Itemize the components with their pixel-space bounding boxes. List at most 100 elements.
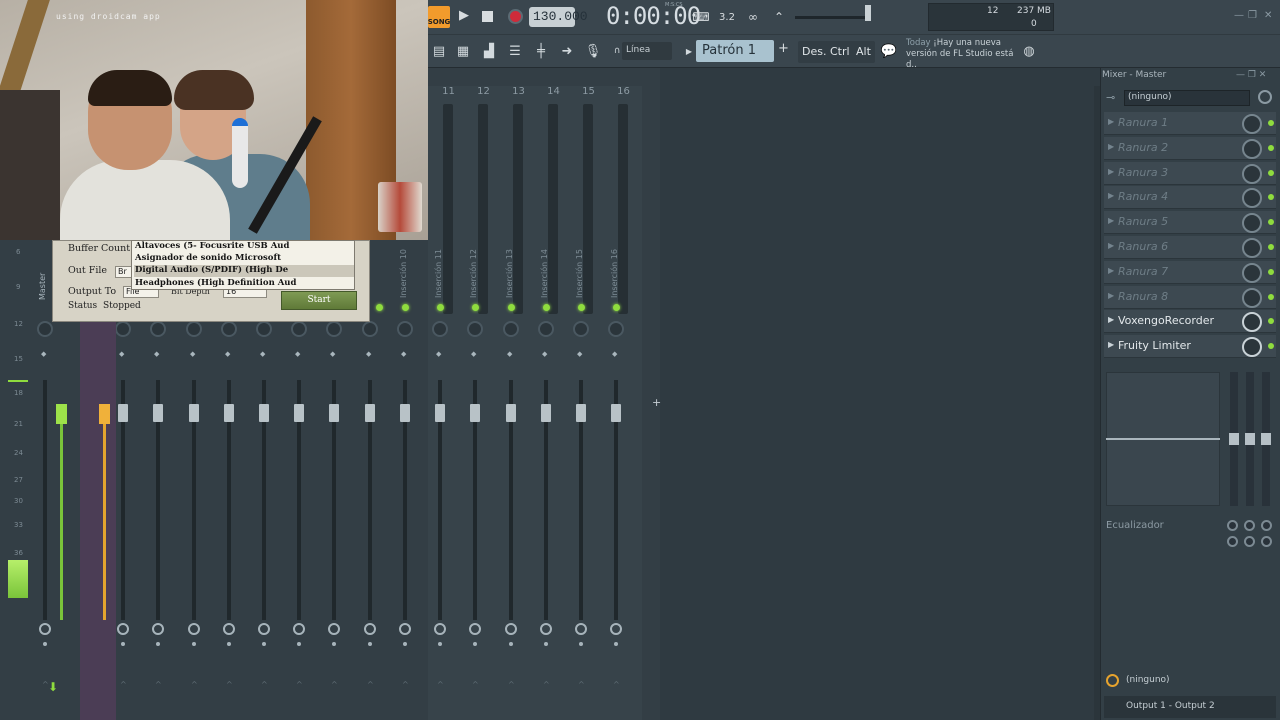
route-caret-icon[interactable]: ^	[508, 680, 515, 689]
route-caret-icon[interactable]: ^	[613, 680, 620, 689]
slot-enable-led[interactable]	[1268, 169, 1274, 176]
pan-knob[interactable]	[362, 321, 378, 337]
slot-enable-led[interactable]	[1268, 120, 1274, 126]
insert-enable-led[interactable]	[543, 304, 550, 311]
eq-bw-knob-2[interactable]	[1244, 536, 1255, 547]
pan-knob[interactable]	[37, 321, 53, 337]
insert-name-label[interactable]: Inserción 16	[610, 238, 622, 298]
volume-fader[interactable]	[118, 404, 128, 422]
stereo-arrows-icon[interactable]: ◆	[295, 350, 300, 358]
slot-expand-icon[interactable]: ▶	[1108, 291, 1114, 300]
volume-fader[interactable]	[224, 404, 234, 422]
insert-1-fader[interactable]	[99, 404, 110, 424]
playlist-icon[interactable]: ▤	[428, 40, 450, 62]
send-dot[interactable]	[368, 642, 372, 646]
volume-fader[interactable]	[329, 404, 339, 422]
volume-fader[interactable]	[294, 404, 304, 422]
close-icon[interactable]: ✕	[1264, 10, 1272, 21]
route-caret-icon[interactable]: ^	[120, 680, 127, 689]
slot-enable-led[interactable]	[1268, 144, 1274, 151]
slot-mix-knob[interactable]	[1242, 114, 1262, 134]
route-caret-icon[interactable]: ^	[191, 680, 198, 689]
stereo-arrows-icon[interactable]: ◆	[577, 350, 582, 358]
stereo-arrows-icon[interactable]: ◆	[436, 350, 441, 358]
eq-band-low-handle[interactable]	[1229, 433, 1239, 445]
stereo-arrows-icon[interactable]: ◆	[612, 350, 617, 358]
pan-knob[interactable]	[503, 321, 519, 337]
volume-fader[interactable]	[541, 404, 551, 422]
routing-icon[interactable]	[364, 623, 376, 635]
output-select[interactable]: Output 1 - Output 2	[1104, 696, 1276, 718]
news-panel[interactable]: Today ¡Hay una nueva versión de FL Studi…	[906, 38, 1018, 71]
slot-enable-led[interactable]	[1268, 244, 1274, 250]
route-caret-icon[interactable]: ^	[155, 680, 162, 689]
send-dot[interactable]	[332, 642, 336, 646]
countdown-icon[interactable]: 3.2	[716, 6, 738, 28]
snap-select[interactable]: Línea	[622, 42, 672, 60]
routing-icon[interactable]	[469, 623, 481, 635]
globe-icon[interactable]: ◍	[1018, 40, 1040, 62]
pan-knob[interactable]	[256, 321, 272, 337]
routing-icon[interactable]	[575, 623, 587, 635]
send-dot[interactable]	[614, 642, 618, 646]
add-pattern-button[interactable]: +	[778, 41, 789, 56]
route-caret-icon[interactable]: ^	[578, 680, 585, 689]
slot-enable-led[interactable]	[1268, 293, 1274, 300]
bottom-input-select[interactable]: (ninguno)	[1104, 670, 1276, 692]
slot-mix-knob[interactable]	[1242, 238, 1262, 258]
pan-knob[interactable]	[150, 321, 166, 337]
effect-slot[interactable]: ▶ Fruity Limiter	[1104, 335, 1276, 359]
slot-expand-icon[interactable]: ▶	[1108, 340, 1114, 349]
effect-slot[interactable]: ▶ Ranura 8	[1104, 285, 1276, 309]
route-caret-icon[interactable]: ^	[367, 680, 374, 689]
send-dot[interactable]	[438, 642, 442, 646]
metronome-icon[interactable]: ⌃	[768, 6, 790, 28]
slot-mix-knob[interactable]	[1242, 312, 1262, 333]
stereo-arrows-icon[interactable]: ◆	[41, 350, 46, 358]
insert-name-label[interactable]: Inserción 15	[575, 238, 587, 298]
volume-fader[interactable]	[365, 404, 375, 422]
device-option[interactable]: Headphones (High Definition Aud	[134, 278, 354, 290]
insert-enable-led[interactable]	[437, 304, 444, 311]
slot-enable-led[interactable]	[1268, 219, 1274, 226]
send-dot[interactable]	[297, 642, 301, 646]
master-volume-handle[interactable]	[865, 5, 871, 21]
slot-mix-knob[interactable]	[1242, 213, 1262, 234]
stereo-arrows-icon[interactable]: ◆	[330, 350, 335, 358]
stop-button[interactable]	[482, 11, 493, 22]
stereo-arrows-icon[interactable]: ◆	[119, 350, 124, 358]
routing-icon[interactable]	[223, 623, 235, 635]
route-caret-icon[interactable]: ^	[226, 680, 233, 689]
insert-enable-led[interactable]	[376, 304, 383, 311]
slot-mix-knob[interactable]	[1242, 163, 1262, 184]
slot-expand-icon[interactable]: ▶	[1108, 191, 1114, 200]
slot-mix-knob[interactable]	[1242, 337, 1262, 358]
slot-enable-led[interactable]	[1268, 318, 1274, 325]
slot-expand-icon[interactable]: ▶	[1108, 142, 1114, 151]
typing-keyboard-icon[interactable]: ⌨	[690, 6, 712, 28]
routing-icon[interactable]	[258, 623, 270, 635]
pan-knob[interactable]	[397, 321, 413, 337]
slot-enable-led[interactable]	[1268, 194, 1274, 201]
effect-slot[interactable]: ▶ Ranura 3	[1104, 161, 1276, 185]
pan-knob[interactable]	[538, 321, 554, 337]
slot-expand-icon[interactable]: ▶	[1108, 266, 1114, 275]
insert-name-label[interactable]: Inserción 10	[399, 238, 411, 298]
volume-fader[interactable]	[470, 404, 480, 422]
maximize-icon[interactable]: ❐	[1248, 10, 1257, 21]
slot-enable-led[interactable]	[1268, 268, 1274, 275]
route-caret-icon[interactable]: ^	[261, 680, 268, 689]
slot-expand-icon[interactable]: ▶	[1108, 117, 1114, 126]
effect-slot[interactable]: ▶ VoxengoRecorder	[1104, 310, 1276, 334]
pattern-select[interactable]: Patrón 1	[696, 40, 774, 62]
stereo-arrows-icon[interactable]: ◆	[154, 350, 159, 358]
send-dot[interactable]	[227, 642, 231, 646]
send-dot[interactable]	[156, 642, 160, 646]
volume-fader[interactable]	[153, 404, 163, 422]
stereo-arrows-icon[interactable]: ◆	[471, 350, 476, 358]
stereo-arrows-icon[interactable]: ◆	[260, 350, 265, 358]
eq-freq-knob-1[interactable]	[1227, 520, 1238, 531]
stereo-arrows-icon[interactable]: ◆	[507, 350, 512, 358]
slot-expand-icon[interactable]: ▶	[1108, 241, 1114, 250]
master-volume-slider[interactable]	[795, 16, 871, 19]
